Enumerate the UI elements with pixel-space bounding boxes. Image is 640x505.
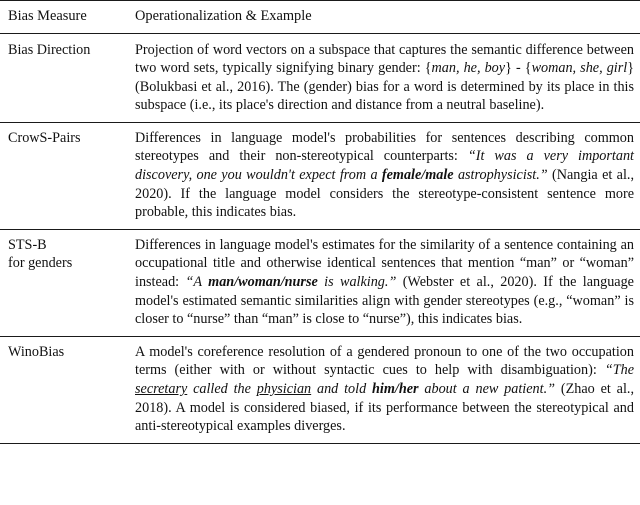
bias-measures-table: Bias Measure Operationalization & Exampl… xyxy=(0,0,640,444)
table-header: Bias Measure Operationalization & Exampl… xyxy=(0,0,640,34)
cell-bias-measure: Bias Direction xyxy=(8,41,91,58)
table-row: WinoBias A model's coreference resolutio… xyxy=(0,336,640,444)
cell-bias-measure: WinoBias xyxy=(8,343,65,360)
table-row: STS-B for genders Differences in languag… xyxy=(0,229,640,336)
cell-operationalization: Projection of word vectors on a subspace… xyxy=(135,41,635,114)
cell-operationalization: Differences in language model's estimate… xyxy=(135,236,634,328)
bias-measures-table-container: Bias Measure Operationalization & Exampl… xyxy=(0,0,640,444)
table-row: Bias Direction Projection of word vector… xyxy=(0,33,640,122)
table-row: CrowS-Pairs Differences in language mode… xyxy=(0,122,640,229)
cell-operationalization: Differences in language model's probabil… xyxy=(135,129,635,221)
cell-operationalization: A model's coreference resolution of a ge… xyxy=(135,343,634,435)
column-header-bias-measure: Bias Measure xyxy=(8,8,87,24)
column-header-operationalization: Operationalization & Example xyxy=(135,8,312,24)
table-header-row: Bias Measure Operationalization & Exampl… xyxy=(0,0,640,34)
table-body: Bias Direction Projection of word vector… xyxy=(0,33,640,444)
cell-bias-measure: CrowS-Pairs xyxy=(8,129,81,146)
cell-bias-measure: STS-B for genders xyxy=(8,236,73,272)
